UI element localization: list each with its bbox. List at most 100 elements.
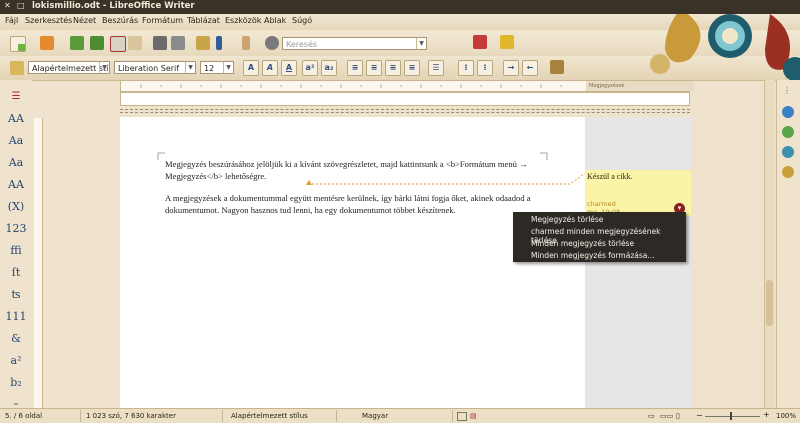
- font-name-select[interactable]: Liberation Serif ▼: [114, 61, 196, 74]
- page-count[interactable]: 5. / 6 oldal: [5, 412, 42, 420]
- insert-chart-icon[interactable]: [473, 35, 487, 49]
- styles-panel-icon[interactable]: ☰: [5, 88, 27, 106]
- zoom-slider[interactable]: [705, 416, 760, 417]
- export-pdf-icon[interactable]: [110, 36, 126, 52]
- window-title: lokismillio.odt - LibreOffice Writer: [32, 1, 195, 11]
- open-folder-icon[interactable]: [40, 36, 54, 50]
- chevron-down-icon[interactable]: ▼: [99, 62, 109, 73]
- superscript-a2-icon[interactable]: a²: [5, 352, 27, 370]
- gallery-panel-icon[interactable]: [782, 146, 794, 158]
- page-break-separator: [120, 109, 690, 113]
- comment-box[interactable]: Készül a cikk. charmed ma, 19:08 ▾: [585, 170, 691, 216]
- ampersand-icon[interactable]: &: [5, 330, 27, 348]
- clone-formatting-icon[interactable]: [196, 36, 210, 50]
- comment-text[interactable]: Készül a cikk.: [587, 172, 633, 181]
- subscript-b2-icon[interactable]: b₂: [5, 374, 27, 392]
- align-left-icon[interactable]: ≡: [347, 60, 363, 76]
- bold-icon[interactable]: A: [243, 60, 259, 76]
- menu-window[interactable]: Ablak: [264, 16, 286, 25]
- oldstyle-111-icon[interactable]: 111: [5, 308, 27, 326]
- styles-formatting-icon[interactable]: [782, 126, 794, 138]
- save-icon[interactable]: [70, 36, 84, 50]
- search-input[interactable]: Keresés ▼: [282, 37, 427, 50]
- formatting-marks-icon[interactable]: [216, 36, 222, 50]
- horizontal-ruler[interactable]: Megjegyzések: [120, 80, 694, 92]
- language[interactable]: Magyar: [362, 412, 388, 420]
- sidebar-menu-icon[interactable]: ⋮: [783, 86, 791, 95]
- menu-insert[interactable]: Beszúrás: [102, 16, 138, 25]
- align-center-icon[interactable]: ≡: [366, 60, 382, 76]
- document-page[interactable]: Megjegyzés beszúrásához jelöljük ki a kí…: [120, 117, 585, 408]
- new-document-icon[interactable]: [10, 36, 26, 52]
- menu-tools[interactable]: Eszközök: [225, 16, 261, 25]
- increase-indent-icon[interactable]: →: [503, 60, 519, 76]
- subscript-icon[interactable]: a₂: [321, 60, 337, 76]
- save-as-icon[interactable]: [90, 36, 104, 50]
- find-replace-icon[interactable]: [265, 36, 279, 50]
- line-spacing-icon[interactable]: ☰: [428, 60, 444, 76]
- italic-icon[interactable]: A: [262, 60, 278, 76]
- insert-mode-icon[interactable]: [457, 412, 467, 421]
- menu-table[interactable]: Táblázat: [187, 16, 220, 25]
- maximize-window-icon[interactable]: □: [17, 1, 25, 10]
- styles-icon[interactable]: [10, 61, 24, 75]
- zoom-in-icon[interactable]: +: [763, 410, 770, 419]
- comments-ruler-header: Megjegyzések: [586, 81, 694, 91]
- font-size-select[interactable]: 12 ▼: [200, 61, 234, 74]
- superscript-icon[interactable]: a²: [302, 60, 318, 76]
- decrease-indent-icon[interactable]: ←: [522, 60, 538, 76]
- draw-functions-icon[interactable]: [500, 35, 514, 49]
- swash-tz-icon[interactable]: ʦ: [5, 286, 27, 304]
- uppercase-style-icon[interactable]: AA: [5, 110, 27, 128]
- bullets-icon[interactable]: ⁝: [458, 60, 474, 76]
- status-bar: 5. / 6 oldal 1 023 szó, 7 630 karakter A…: [0, 408, 800, 423]
- single-page-view-icon[interactable]: ▭: [648, 412, 655, 420]
- ligature-ffi-icon[interactable]: ffi: [5, 242, 27, 260]
- vertical-scrollbar[interactable]: [764, 80, 775, 410]
- numbers-123-icon[interactable]: 123: [5, 220, 27, 238]
- word-count[interactable]: 1 023 szó, 7 630 karakter: [86, 412, 176, 420]
- decorative-theme-pattern: [620, 14, 800, 80]
- justify-icon[interactable]: ≡: [404, 60, 420, 76]
- email-icon[interactable]: [128, 36, 142, 50]
- print-preview-icon[interactable]: [171, 36, 185, 50]
- chevron-down-icon[interactable]: ▼: [416, 38, 426, 49]
- font-color-icon[interactable]: [550, 60, 564, 74]
- chevron-down-icon[interactable]: ▼: [223, 62, 233, 73]
- selection-mode-icon[interactable]: ▤: [470, 412, 477, 420]
- menu-file[interactable]: Fájl: [5, 16, 18, 25]
- ligature-st-icon[interactable]: ſt: [5, 264, 27, 282]
- paragraph-2[interactable]: A megjegyzések a dokumentummal együtt me…: [165, 193, 540, 216]
- menu-item-format-all-comments[interactable]: Minden megjegyzés formázása...: [531, 251, 655, 260]
- book-view-icon[interactable]: ▯: [676, 412, 680, 420]
- title-case-icon[interactable]: Aa: [5, 154, 27, 172]
- menu-item-delete-all-comments[interactable]: Minden megjegyzés törlése: [531, 239, 634, 248]
- paragraph-style-select[interactable]: Alapértelmezett stí ▼: [28, 61, 110, 74]
- menu-edit[interactable]: Szerkesztés: [25, 16, 72, 25]
- parentheses-x-icon[interactable]: (X): [5, 198, 27, 216]
- print-icon[interactable]: [153, 36, 167, 50]
- properties-icon[interactable]: [782, 106, 794, 118]
- small-caps-icon[interactable]: Aa: [5, 132, 27, 150]
- zoom-level[interactable]: 100%: [776, 412, 796, 420]
- gallery-icon[interactable]: [242, 36, 250, 50]
- underline-icon[interactable]: A: [281, 60, 297, 76]
- page-style[interactable]: Alapértelmezett stílus: [231, 412, 308, 420]
- menu-view[interactable]: Nézet: [73, 16, 96, 25]
- large-caps-icon[interactable]: AA: [5, 176, 27, 194]
- multi-page-view-icon[interactable]: ▭▭: [660, 412, 673, 420]
- fontwork-sidebar: ☰ AA Aa Aa AA (X) 123 ffi ſt ʦ 111 & a² …: [0, 80, 32, 410]
- numbering-icon[interactable]: ⁝: [477, 60, 493, 76]
- navigator-icon[interactable]: [782, 166, 794, 178]
- scrollbar-thumb[interactable]: [766, 280, 773, 326]
- zoom-slider-handle[interactable]: [730, 412, 732, 420]
- menu-item-delete-comment[interactable]: Megjegyzés törlése: [531, 215, 603, 224]
- align-right-icon[interactable]: ≡: [385, 60, 401, 76]
- chevron-down-icon[interactable]: ▼: [185, 62, 195, 73]
- zoom-out-icon[interactable]: −: [696, 411, 703, 420]
- page-header-area: [120, 92, 690, 106]
- close-window-icon[interactable]: ✕: [4, 1, 11, 10]
- menu-format[interactable]: Formátum: [142, 16, 183, 25]
- menu-help[interactable]: Súgó: [292, 16, 312, 25]
- right-sidebar: ⋮: [776, 80, 800, 410]
